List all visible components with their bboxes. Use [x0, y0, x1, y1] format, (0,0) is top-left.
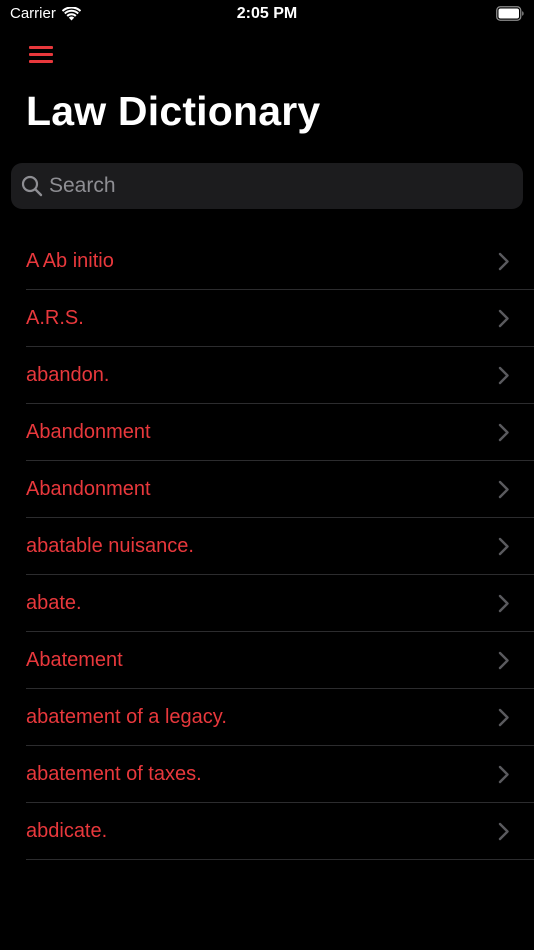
list-item-label: abatement of a legacy. — [26, 706, 227, 728]
page-title: Law Dictionary — [26, 88, 321, 134]
chevron-right-icon — [498, 537, 509, 556]
term-list: A Ab initio A.R.S. abandon. Abandonment Aban… — [0, 233, 534, 860]
search-input[interactable] — [49, 163, 509, 209]
list-item-label: Abandonment — [26, 421, 151, 443]
list-item-label: abdicate. — [26, 820, 108, 842]
chevron-right-icon — [498, 423, 509, 442]
battery-icon — [496, 6, 524, 21]
status-bar: Carrier 2:05 PM — [0, 0, 534, 28]
list-item[interactable]: Abatement — [0, 632, 534, 689]
list-item[interactable]: abandon. — [0, 347, 534, 404]
list-item-label: Abandonment — [26, 478, 151, 500]
chevron-right-icon — [498, 594, 509, 613]
chevron-right-icon — [498, 480, 509, 499]
list-item-label: Abatement — [26, 649, 123, 671]
chevron-right-icon — [498, 651, 509, 670]
chevron-right-icon — [498, 309, 509, 328]
chevron-right-icon — [498, 366, 509, 385]
chevron-right-icon — [498, 252, 509, 271]
list-item-label: A.R.S. — [26, 307, 84, 329]
list-item[interactable]: abatable nuisance. — [0, 518, 534, 575]
status-time: 2:05 PM — [236, 5, 298, 22]
list-item[interactable]: Abandonment — [0, 461, 534, 518]
list-item[interactable]: abdicate. — [0, 803, 534, 860]
list-item-label: abatement of taxes. — [26, 763, 202, 785]
hamburger-menu-icon[interactable] — [27, 43, 55, 65]
list-item[interactable]: abatement of a legacy. — [0, 689, 534, 746]
chevron-right-icon — [498, 708, 509, 727]
search-icon — [21, 175, 43, 197]
list-item-label: abate. — [26, 592, 82, 614]
list-item-label: A Ab initio — [26, 250, 114, 272]
list-item[interactable]: A Ab initio — [0, 233, 534, 290]
list-item[interactable]: abate. — [0, 575, 534, 632]
list-item[interactable]: Abandonment — [0, 404, 534, 461]
list-item-label: abatable nuisance. — [26, 535, 194, 557]
chevron-right-icon — [498, 822, 509, 841]
chevron-right-icon — [498, 765, 509, 784]
list-item[interactable]: A.R.S. — [0, 290, 534, 347]
list-item[interactable]: abatement of taxes. — [0, 746, 534, 803]
search-bar[interactable] — [11, 163, 523, 209]
list-item-label: abandon. — [26, 364, 110, 386]
